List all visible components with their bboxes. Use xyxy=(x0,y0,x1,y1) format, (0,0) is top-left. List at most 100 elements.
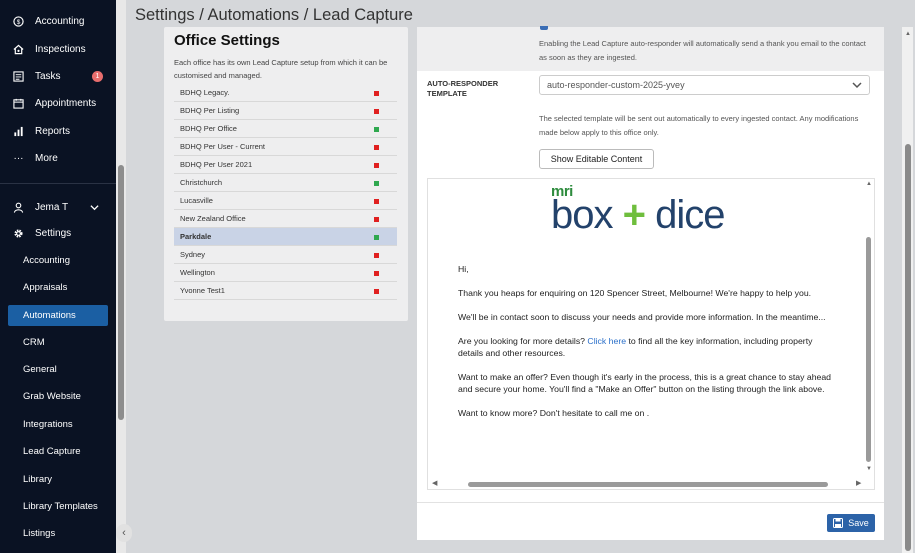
office-row[interactable]: Christchurch xyxy=(174,174,397,192)
office-status-indicator xyxy=(374,271,379,276)
sidebar-item-appointments[interactable]: Appointments xyxy=(0,90,116,117)
office-name: Sydney xyxy=(180,250,206,259)
settings-item-grab-website[interactable]: Grab Website xyxy=(23,386,81,406)
settings-item-library-templates[interactable]: Library Templates xyxy=(23,496,98,516)
click-here-link[interactable]: Click here xyxy=(587,336,626,346)
sidebar-item-inspections[interactable]: Inspections xyxy=(0,36,116,63)
office-status-indicator xyxy=(374,235,379,240)
settings-item-library[interactable]: Library xyxy=(23,469,52,489)
sidebar-item-label: Tasks xyxy=(35,71,61,82)
office-name: Parkdale xyxy=(180,232,212,241)
office-row[interactable]: Lucasville xyxy=(174,192,397,210)
checklist-icon xyxy=(12,70,25,83)
template-select-value: auto-responder-custom-2025-yvey xyxy=(547,80,685,90)
autoresponder-panel: Enabling the Lead Capture auto-responder… xyxy=(417,26,884,540)
office-status-indicator xyxy=(374,127,379,132)
user-name: Jema T xyxy=(35,202,69,213)
editor-vscroll-thumb[interactable] xyxy=(866,237,871,462)
office-row[interactable]: BDHQ Legacy. xyxy=(174,84,397,102)
collapse-sidebar-button[interactable]: ‹ xyxy=(116,524,132,542)
logo-wordmark: box + dice xyxy=(551,195,726,235)
sidebar-item-label: Appointments xyxy=(35,98,97,109)
settings-item-listings[interactable]: Listings xyxy=(23,523,55,543)
sidebar-item-accounting[interactable]: $ Accounting xyxy=(0,8,116,35)
editor-vertical-scrollbar[interactable]: ▲ ▼ xyxy=(864,179,874,479)
scroll-right-arrow-icon[interactable]: ▶ xyxy=(856,479,861,487)
gear-icon xyxy=(12,227,25,240)
office-row[interactable]: New Zealand Office xyxy=(174,210,397,228)
office-row[interactable]: Wellington xyxy=(174,264,397,282)
sidebar-scroll-thumb[interactable] xyxy=(118,165,124,420)
office-list: BDHQ Legacy. BDHQ Per Listing BDHQ Per Off… xyxy=(174,84,397,300)
office-name: BDHQ Per Listing xyxy=(180,106,240,115)
office-name: BDHQ Per User 2021 xyxy=(180,160,253,169)
editor-horizontal-scrollbar[interactable]: ◀ ▶ xyxy=(428,479,874,489)
email-text: Are you looking for more details? xyxy=(458,336,588,346)
office-status-indicator xyxy=(374,181,379,186)
settings-item-crm[interactable]: CRM xyxy=(23,332,45,352)
office-name: BDHQ Legacy. xyxy=(180,88,230,97)
email-preview-editor[interactable]: mri box + dice Hi, Thank you heaps for e… xyxy=(427,178,875,490)
save-icon xyxy=(833,518,844,528)
office-row[interactable]: BDHQ Per User - Current xyxy=(174,138,397,156)
sidebar-item-label: Accounting xyxy=(35,16,85,27)
email-paragraph: Thank you heaps for enquiring on 120 Spe… xyxy=(458,288,812,298)
sidebar-item-label: More xyxy=(35,153,58,164)
office-name: Wellington xyxy=(180,268,215,277)
scroll-up-arrow-icon[interactable]: ▲ xyxy=(866,181,872,187)
office-status-indicator xyxy=(374,109,379,114)
office-status-indicator xyxy=(374,145,379,150)
settings-item-integrations[interactable]: Integrations xyxy=(23,414,73,434)
dollar-circle-icon: $ xyxy=(12,15,25,28)
office-name: BDHQ Per Office xyxy=(180,124,237,133)
email-body: Hi, Thank you heaps for enquiring on 120… xyxy=(458,263,833,431)
user-icon xyxy=(12,201,25,214)
office-row[interactable]: Parkdale xyxy=(174,228,397,246)
enable-autoresponder-description: Enabling the Lead Capture auto-responder… xyxy=(539,39,866,62)
tasks-count-badge: 1 xyxy=(92,71,103,82)
office-settings-description: Each office has its own Lead Capture set… xyxy=(174,58,388,80)
svg-text:$: $ xyxy=(17,19,21,26)
scroll-up-arrow-icon[interactable]: ▲ xyxy=(905,31,911,37)
office-name: BDHQ Per User - Current xyxy=(180,142,266,151)
office-row[interactable]: Sydney xyxy=(174,246,397,264)
save-button[interactable]: Save xyxy=(827,514,875,532)
page-scrollbar[interactable]: ▲ xyxy=(902,27,913,553)
breadcrumb: Settings / Automations / Lead Capture xyxy=(135,6,413,24)
office-row[interactable]: Yvonne Test1 xyxy=(174,282,397,300)
settings-item-automations[interactable]: Automations xyxy=(8,305,108,326)
bar-chart-icon xyxy=(12,125,25,138)
settings-item-appraisals[interactable]: Appraisals xyxy=(23,277,67,297)
office-settings-title: Office Settings xyxy=(174,32,280,49)
template-select[interactable]: auto-responder-custom-2025-yvey xyxy=(539,75,870,95)
office-status-indicator xyxy=(374,217,379,222)
office-name: Yvonne Test1 xyxy=(180,286,225,295)
logo-left: box xyxy=(551,193,613,237)
settings-item-accounting[interactable]: Accounting xyxy=(23,250,70,270)
sidebar-item-label: Settings xyxy=(35,228,72,239)
settings-item-general[interactable]: General xyxy=(23,359,57,379)
sidebar-item-tasks[interactable]: Tasks 1 xyxy=(0,63,116,90)
office-row[interactable]: BDHQ Per User 2021 xyxy=(174,156,397,174)
page-scroll-thumb[interactable] xyxy=(905,144,911,551)
user-menu[interactable]: Jema T xyxy=(0,194,116,221)
office-name: New Zealand Office xyxy=(180,214,246,223)
editor-hscroll-thumb[interactable] xyxy=(468,482,828,487)
email-paragraph: We'll be in contact soon to discuss your… xyxy=(458,312,826,322)
office-row[interactable]: BDHQ Per Listing xyxy=(174,102,397,120)
office-settings-panel: Office Settings Each office has its own … xyxy=(164,27,408,321)
sidebar-item-label: Inspections xyxy=(35,44,86,55)
office-name: Lucasville xyxy=(180,196,213,205)
sidebar-item-more[interactable]: ··· More xyxy=(0,145,116,172)
show-editable-content-button[interactable]: Show Editable Content xyxy=(539,149,654,169)
sidebar-scrollbar[interactable] xyxy=(116,0,126,553)
sidebar-item-reports[interactable]: Reports xyxy=(0,118,116,145)
template-help-text: The selected template will be sent out a… xyxy=(539,114,859,137)
office-status-indicator xyxy=(374,163,379,168)
settings-item-lead-capture[interactable]: Lead Capture xyxy=(23,441,81,461)
scroll-left-arrow-icon[interactable]: ◀ xyxy=(432,479,437,487)
sidebar-item-settings[interactable]: Settings xyxy=(0,220,116,247)
enable-autoresponder-checkbox[interactable] xyxy=(540,26,548,30)
scroll-down-arrow-icon[interactable]: ▼ xyxy=(866,466,872,472)
office-row[interactable]: BDHQ Per Office xyxy=(174,120,397,138)
